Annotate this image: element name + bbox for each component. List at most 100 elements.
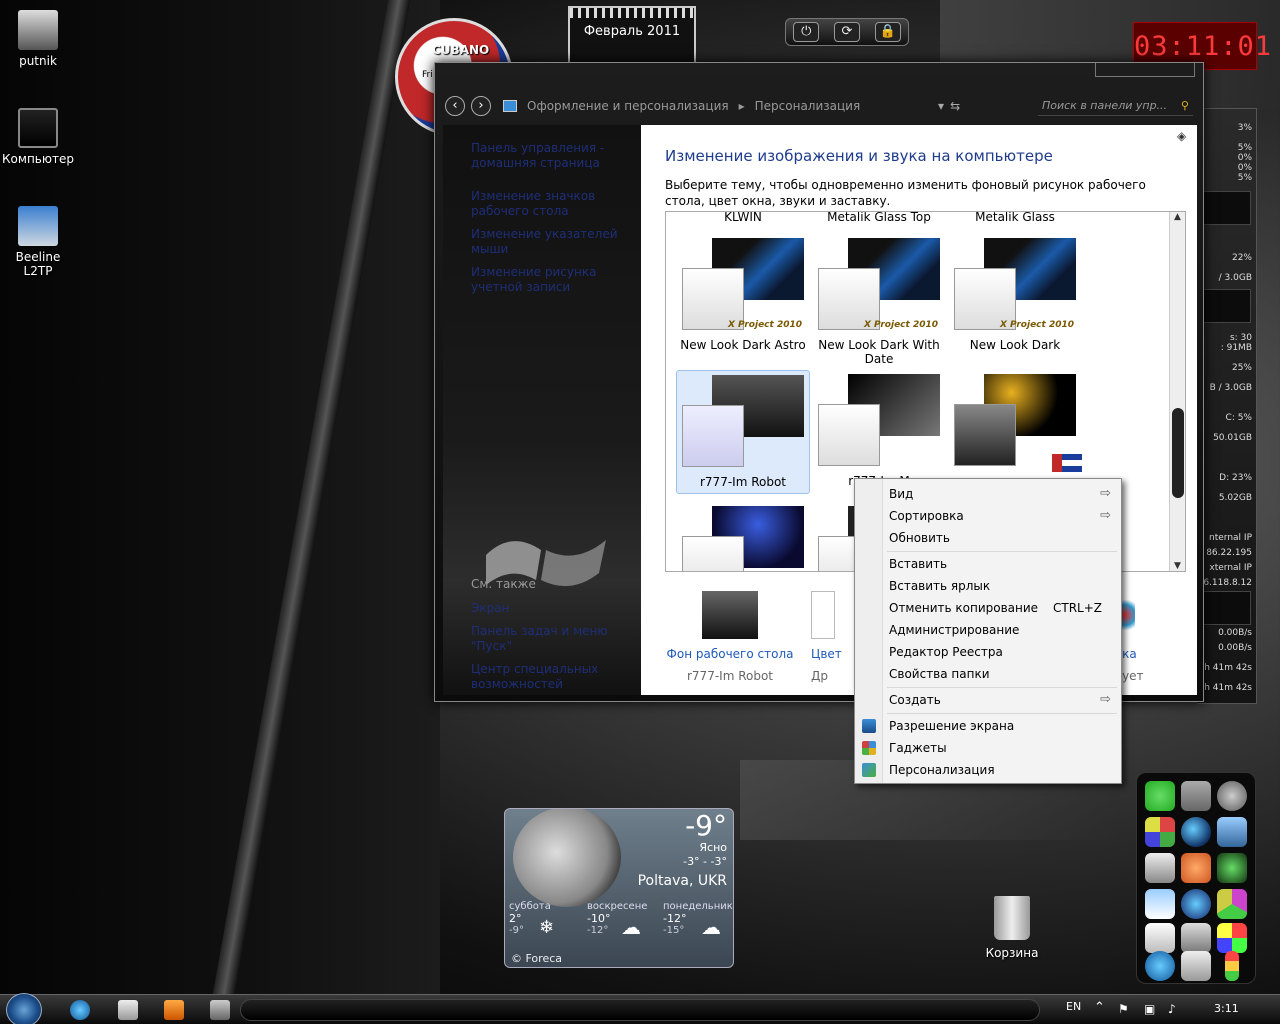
internet-explorer-icon[interactable] <box>1145 951 1175 981</box>
chevron-down-icon[interactable]: ▾ <box>938 99 944 113</box>
clipboard-icon[interactable] <box>1145 889 1175 919</box>
window-controls[interactable] <box>1095 63 1195 77</box>
menu-item-refresh[interactable]: Обновить <box>889 529 1117 547</box>
meter-value: 0% <box>1237 163 1252 173</box>
flag-icon[interactable]: ⚑ <box>1118 1002 1129 1016</box>
calendar-gadget[interactable]: Февраль 2011 <box>568 6 696 68</box>
user-icon[interactable] <box>1181 853 1211 883</box>
refresh-icon[interactable]: ⇆ <box>950 99 960 113</box>
theme-item-selected[interactable]: r777-Im Robot <box>676 370 810 494</box>
language-indicator[interactable]: EN <box>1066 1000 1081 1013</box>
menu-item-new[interactable]: Создать ⇨ <box>889 691 1117 709</box>
theme-item[interactable]: X Project 2010 New Look Dark <box>948 238 1082 352</box>
drive-icon[interactable] <box>1217 817 1247 847</box>
traffic-light-icon[interactable] <box>1225 951 1239 981</box>
search-input[interactable]: Поиск в панели упр... ⚲ <box>1037 96 1193 116</box>
theme-item[interactable]: X Project 2010 New Look Dark Astro <box>676 238 810 352</box>
start-button[interactable] <box>6 993 42 1024</box>
network-tool-icon[interactable] <box>210 1000 230 1020</box>
weather-temp: -9° <box>685 809 727 842</box>
shield-icon[interactable] <box>1145 817 1175 847</box>
chevron-up-icon[interactable]: ⌃ <box>1094 1000 1105 1015</box>
taskbar-clock[interactable]: 3:11 <box>1214 1002 1239 1015</box>
menu-item-registry-editor[interactable]: Редактор Реестра <box>889 643 1117 661</box>
menu-item-sort[interactable]: Сортировка ⇨ <box>889 507 1117 525</box>
lock-icon[interactable]: 🔒 <box>874 22 901 42</box>
weather-gadget[interactable]: -9° Ясно -3° - -3° Poltava, UKR суббота … <box>504 808 734 968</box>
menu-item-label: Свойства папки <box>889 667 990 681</box>
forward-button[interactable]: › <box>471 96 491 116</box>
link-taskbar-start[interactable]: Панель задач и меню "Пуск" <box>471 624 641 654</box>
menu-item-paste-shortcut[interactable]: Вставить ярлык <box>889 577 1117 595</box>
calculator-icon[interactable] <box>1145 923 1175 953</box>
page-title: Изменение изображения и звука на компьют… <box>665 147 1053 165</box>
screensaver-option[interactable]: вка вует <box>1115 591 1195 683</box>
theme-item[interactable]: r777-Im M <box>812 374 946 488</box>
background-label: Фон рабочего стола <box>666 647 794 661</box>
scroll-up-icon[interactable]: ▲ <box>1170 212 1185 222</box>
menu-item-label: Разрешение экрана <box>889 719 1015 733</box>
meter-value: 5% <box>1237 143 1252 153</box>
menu-item-label: Редактор Реестра <box>889 645 1003 659</box>
printer-icon[interactable] <box>1145 853 1175 883</box>
cloud-icon: ☁ <box>621 915 641 939</box>
globe-icon[interactable] <box>1181 817 1211 847</box>
see-also-title: См. также <box>471 577 536 591</box>
theme-list-scrollbar[interactable]: ▲ ▼ <box>1169 212 1185 571</box>
menu-item-gadgets[interactable]: Гаджеты <box>862 739 1117 757</box>
restart-icon[interactable]: ⟳ <box>833 22 860 42</box>
explorer-icon[interactable] <box>118 1000 138 1020</box>
gear-icon[interactable] <box>1217 781 1247 811</box>
trash-icon[interactable] <box>1181 951 1211 981</box>
info-icon[interactable] <box>1181 889 1211 919</box>
menu-item-administration[interactable]: Администрирование <box>889 621 1117 639</box>
menu-item-undo-copy[interactable]: Отменить копирование CTRL+Z <box>889 599 1117 617</box>
breadcrumb-appearance[interactable]: Оформление и персонализация <box>527 99 729 113</box>
volume-icon[interactable]: ♪ <box>1168 1002 1176 1016</box>
breadcrumb-personalization[interactable]: Персонализация <box>755 99 861 113</box>
menu-item-folder-options[interactable]: Свойства папки <box>889 665 1117 683</box>
theme-item[interactable] <box>676 506 810 571</box>
scroll-down-icon[interactable]: ▼ <box>1170 561 1185 571</box>
menu-item-screen-resolution[interactable]: Разрешение экрана <box>862 717 1117 735</box>
menu-item-personalization[interactable]: Персонализация <box>862 761 1117 779</box>
taskbar-program-area[interactable] <box>240 999 1040 1021</box>
rubiks-cube-icon[interactable] <box>1217 923 1247 953</box>
tools-icon[interactable] <box>1181 781 1211 811</box>
xbox-icon[interactable] <box>1217 853 1247 883</box>
menu-item-paste[interactable]: Вставить <box>889 555 1117 573</box>
meter-value: D: 23% <box>1219 473 1252 483</box>
link-change-desktop-icons[interactable]: Изменение значков рабочего стола <box>471 189 641 219</box>
power-icon[interactable]: ⏻ <box>793 22 820 42</box>
desktop-icon-putnik[interactable]: putnik <box>0 10 76 68</box>
internet-explorer-icon[interactable] <box>70 1000 90 1020</box>
cubes-icon[interactable] <box>1217 889 1247 919</box>
desktop-icon-computer[interactable]: Компьютер <box>0 108 76 166</box>
desktop-background-option[interactable]: Фон рабочего стола r777-Im Robot <box>655 591 805 683</box>
system-meter-gadget: 3% 5% 0% 0% 5% 22% / 3.0GB s: 30 : 91MB … <box>1197 108 1257 704</box>
recycle-bin[interactable]: Корзина <box>980 896 1044 960</box>
snow-icon: ❄ <box>539 917 555 938</box>
desktop-context-menu: Вид ⇨ Сортировка ⇨ Обновить Вставить Вст… <box>854 478 1122 784</box>
network-icon[interactable]: ▣ <box>1144 1002 1155 1016</box>
search-icon[interactable]: ⚲ <box>1181 99 1189 112</box>
link-ease-of-access[interactable]: Центр специальных возможностей <box>471 662 641 692</box>
back-button[interactable]: ‹ <box>445 96 465 116</box>
checkmark-icon[interactable] <box>1145 781 1175 811</box>
link-control-panel-home[interactable]: Панель управления - домашняя страница <box>471 141 641 171</box>
desktop-icon-beeline[interactable]: Beeline L2TP <box>0 206 76 278</box>
side-pane: Панель управления - домашняя страница Из… <box>443 125 641 695</box>
theme-item[interactable] <box>948 374 1082 474</box>
menu-item-view[interactable]: Вид ⇨ <box>889 485 1117 503</box>
lambda-icon[interactable] <box>1181 923 1211 953</box>
media-player-icon[interactable] <box>164 1000 184 1020</box>
link-display[interactable]: Экран <box>471 601 641 616</box>
link-change-mouse-pointers[interactable]: Изменение указателей мыши <box>471 227 641 257</box>
background-thumbnail <box>702 591 758 639</box>
desktop-icon-label: Компьютер <box>2 152 74 166</box>
help-icon[interactable]: ◈ <box>1177 129 1191 143</box>
link-change-account-picture[interactable]: Изменение рисунка учетной записи <box>471 265 641 295</box>
theme-header-label: KLWIN <box>724 211 762 224</box>
scroll-thumb[interactable] <box>1172 408 1184 498</box>
theme-item[interactable]: X Project 2010 New Look Dark With Date <box>812 238 946 366</box>
